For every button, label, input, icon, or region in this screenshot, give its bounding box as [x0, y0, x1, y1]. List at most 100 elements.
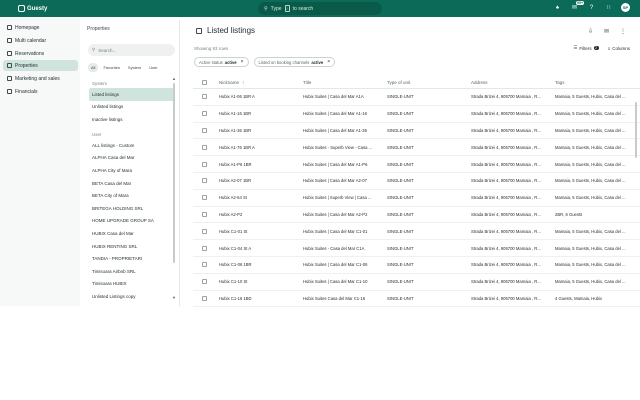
cell-type: SINGLE-UNIT	[387, 111, 414, 117]
table-row[interactable]: Hubix A1-06 1BR A Hubix Suites | Casa del…	[193, 89, 640, 106]
table-row[interactable]: Hubix C1-01 St Hubix Suites | Casa del Ma…	[193, 223, 640, 241]
notifications-bell-icon[interactable]: ♠	[553, 3, 562, 12]
mail-icon[interactable]: ✉	[604, 28, 609, 35]
table-scrollbar[interactable]	[635, 102, 637, 158]
nav-item-multi-calendar[interactable]: Multi calendar	[3, 35, 78, 46]
nav-item-marketing-and-sales[interactable]: Marketing and sales	[3, 73, 78, 84]
view-item[interactable]: ALPHA Casa del Mar	[89, 152, 175, 165]
table-row[interactable]: Hubix A1-76 1BR A Hubix Suites - Superb V…	[193, 139, 640, 157]
close-icon[interactable]: ×	[327, 59, 330, 65]
apps-grid-icon[interactable]: ∷	[604, 3, 613, 12]
cell-title: Hubix Suites - Casa del Mar C1A	[303, 245, 365, 251]
table-row[interactable]: Hubix A2-07 1BR Hubix Suites | Casa del M…	[193, 173, 640, 190]
financials-icon	[7, 89, 12, 94]
view-item[interactable]: HUBIX Casa del Mar	[89, 227, 175, 240]
table-row[interactable]: Hubix C1-04 St A Hubix Suites - Casa del …	[193, 240, 640, 257]
table-row[interactable]: Hubix A1-P6 1BR Hubix Suites | Casa del M…	[193, 156, 640, 173]
table-row[interactable]: Hubix C1-10 St Hubix Suites | Casa del Ma…	[193, 274, 640, 291]
user-avatar[interactable]: SP	[621, 3, 630, 12]
cell-address: Strada Brizei 4, 905700 Mamaia , R...	[471, 279, 541, 285]
global-search-input[interactable]: ⚲ Type / to search	[258, 2, 382, 15]
row-checkbox[interactable]	[202, 178, 207, 184]
row-checkbox[interactable]	[202, 279, 207, 285]
row-checkbox[interactable]	[202, 211, 207, 217]
chip-label: Active status	[199, 59, 223, 65]
cell-address: Strada Brizei 4, 905700 Mamaia , R...	[471, 195, 541, 201]
view-item[interactable]: Timisoara Airbnb SRL	[89, 265, 175, 278]
tab-user[interactable]: User	[146, 63, 160, 72]
download-icon[interactable]: ⇩	[588, 28, 593, 35]
row-checkbox[interactable]	[202, 262, 207, 268]
row-checkbox[interactable]	[202, 195, 207, 201]
panel-scrollbar[interactable]	[173, 83, 175, 263]
panel-toggle-icon[interactable]	[196, 28, 202, 34]
column-header-nickname[interactable]: Nickname ↑	[219, 80, 303, 85]
row-checkbox[interactable]	[202, 161, 207, 167]
filters-button[interactable]: ☰ Filters 2	[573, 45, 599, 51]
tab-system[interactable]: System	[125, 63, 144, 72]
view-item[interactable]: HUBIX RENTING SRL	[89, 240, 175, 253]
cell-type: SINGLE-UNIT	[387, 262, 414, 268]
table-row[interactable]: Hubix A1-36 1BR Hubix Suites | Casa del M…	[193, 123, 640, 140]
view-item[interactable]: Unlisted Listings copy	[89, 290, 175, 303]
cell-address: Strada Brizei 4, 905700 Mamaia , R...	[471, 262, 541, 268]
sort-arrow-icon: ↑	[242, 79, 245, 85]
cell-address: Strada Brizei 4, 905700 Mamaia , R...	[471, 127, 541, 133]
filter-chip-booking-channels[interactable]: Listed on booking channels active ×	[253, 57, 336, 67]
view-item[interactable]: ALPHA City of Mara	[89, 164, 175, 177]
filter-chip-active-status[interactable]: Active status active ×	[194, 57, 249, 67]
row-checkbox[interactable]	[202, 127, 207, 133]
column-header-address[interactable]: Address	[471, 80, 555, 85]
nav-item-properties[interactable]: Properties	[3, 60, 78, 71]
row-checkbox[interactable]	[202, 111, 207, 117]
row-checkbox[interactable]	[202, 245, 207, 251]
nav-item-homepage[interactable]: Homepage	[3, 22, 78, 33]
row-checkbox[interactable]	[202, 144, 207, 150]
view-item-inactive-listings[interactable]: Inactive listings	[89, 113, 175, 126]
messages-icon[interactable]: ✉ 99+	[570, 1, 584, 12]
view-item[interactable]: BETA City of Mara	[89, 189, 175, 202]
view-item[interactable]: Timisoara HUBIX	[89, 278, 175, 291]
close-icon[interactable]: ×	[241, 59, 244, 65]
row-checkbox[interactable]	[202, 94, 207, 100]
view-item[interactable]: ALL listings - Custom	[89, 139, 175, 152]
cell-tags: Mamaia, 5 Guests, Hubix, Casa del ...	[555, 127, 626, 133]
view-item[interactable]: HOME UPGRADE GROUP SA	[89, 215, 175, 228]
views-search-input[interactable]: ⚲ Search...	[88, 44, 175, 56]
nav-item-reservations[interactable]: Reservations	[3, 48, 78, 59]
view-item-listed-listings[interactable]: Listed listings	[89, 88, 175, 101]
more-options-icon[interactable]: ⋮	[620, 28, 626, 35]
table-row[interactable]: Hubix A1-16 1BR Hubix Suites | Casa del M…	[193, 106, 640, 123]
column-header-type[interactable]: Type of unit	[387, 80, 471, 85]
cell-tags: Mamaia, 5 Guests, Hubix, Casa del ...	[555, 161, 626, 167]
brand-logo[interactable]: Guesty	[18, 5, 47, 12]
column-header-tags[interactable]: Tags	[555, 80, 637, 85]
cell-title: Hubix Suites | Casa del Mar A1-16	[303, 111, 367, 117]
nav-item-financials[interactable]: Financials	[3, 86, 78, 97]
panel-scroll-up-icon[interactable]: ▲	[172, 76, 176, 81]
select-all-checkbox[interactable]	[202, 79, 207, 85]
row-checkbox[interactable]	[202, 228, 207, 234]
table-row[interactable]: Hubix C1-16 1BD Hubix Suites Casa del Mar…	[193, 291, 640, 308]
cell-nickname: Hubix C1-04 St A	[219, 245, 252, 251]
view-item[interactable]: BETA Casa del Mar	[89, 177, 175, 190]
views-filter-tabs: All Favorites System User	[88, 63, 161, 72]
help-icon[interactable]: ?	[587, 3, 596, 12]
table-row[interactable]: Hubix C1-06 1BR Hubix Suites | Casa del M…	[193, 257, 640, 274]
row-checkbox[interactable]	[202, 295, 207, 301]
view-item[interactable]: BRITEGA HOLDING SRL	[89, 202, 175, 215]
table-row[interactable]: Hubix A2-P2 Hubix Suites | Casa del Mar A…	[193, 207, 640, 224]
properties-views-panel: Properties ⚲ Search... All Favorites Sys…	[82, 20, 180, 306]
tab-favorites[interactable]: Favorites	[100, 63, 122, 72]
column-header-title[interactable]: Title	[303, 80, 387, 85]
columns-button[interactable]: ≡ Columns	[608, 46, 630, 51]
view-item[interactable]: TANDIA - PROPRIETARI	[89, 252, 175, 265]
cell-address: Strada Brizei 4, 905700 Mamaia , R...	[471, 94, 541, 100]
chip-label: Listed on booking channels	[258, 59, 310, 65]
view-item-unlisted-listings[interactable]: Unlisted listings	[89, 101, 175, 114]
panel-scroll-down-icon[interactable]: ▼	[172, 295, 176, 300]
table-row[interactable]: Hubix A2-64 St Hubix Suites | Superb View…	[193, 190, 640, 207]
tab-all[interactable]: All	[88, 63, 99, 72]
search-icon: ⚲	[264, 5, 268, 12]
nav-item-label: Multi calendar	[15, 37, 47, 44]
